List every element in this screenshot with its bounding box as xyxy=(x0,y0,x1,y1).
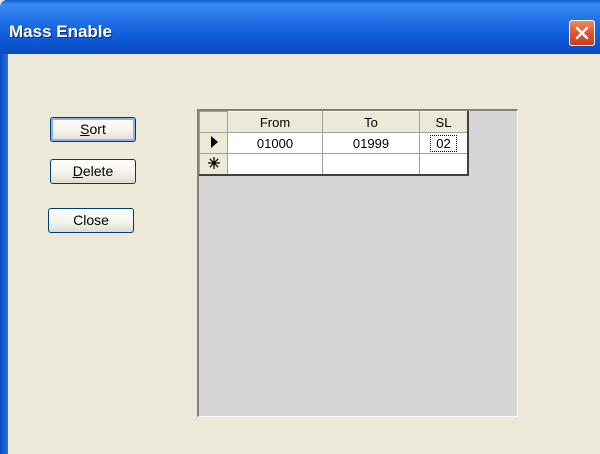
cell-sl[interactable]: 02 xyxy=(419,132,469,154)
grid-corner-cell[interactable] xyxy=(199,111,228,133)
cell-sl-value: 02 xyxy=(430,134,457,152)
sort-mnemonic: S xyxy=(80,121,90,137)
close-button[interactable]: Close xyxy=(48,208,134,233)
cell-sl[interactable] xyxy=(419,153,469,176)
close-label: Close xyxy=(73,212,109,228)
column-header-sl[interactable]: SL xyxy=(419,111,469,133)
column-header-from[interactable]: From xyxy=(227,111,323,133)
column-header-to[interactable]: To xyxy=(322,111,420,133)
delete-button[interactable]: Delete xyxy=(50,159,136,184)
title-bar[interactable]: Mass Enable xyxy=(0,0,600,54)
cell-to[interactable] xyxy=(322,153,420,176)
close-icon[interactable] xyxy=(569,20,595,46)
grid-table: From To SL 01000 01999 02 xyxy=(199,111,469,176)
current-row-arrow-icon[interactable] xyxy=(199,132,228,154)
cell-to[interactable]: 01999 xyxy=(322,132,420,154)
cell-from[interactable]: 01000 xyxy=(227,132,323,154)
mass-enable-dialog: Mass Enable Sort Delete Close From To SL xyxy=(0,0,600,454)
table-row: 01000 01999 02 xyxy=(199,132,469,154)
cell-from[interactable] xyxy=(227,153,323,176)
new-row xyxy=(199,153,469,176)
window-frame-left xyxy=(0,54,8,454)
window-title: Mass Enable xyxy=(9,22,112,41)
delete-mnemonic: D xyxy=(72,163,83,179)
grid-header-row: From To SL xyxy=(199,111,469,133)
sort-button[interactable]: Sort xyxy=(50,117,136,142)
data-grid[interactable]: From To SL 01000 01999 02 xyxy=(197,109,518,417)
delete-label: elete xyxy=(82,163,114,179)
sort-label: ort xyxy=(89,121,106,137)
new-row-asterisk-icon[interactable] xyxy=(199,153,228,176)
